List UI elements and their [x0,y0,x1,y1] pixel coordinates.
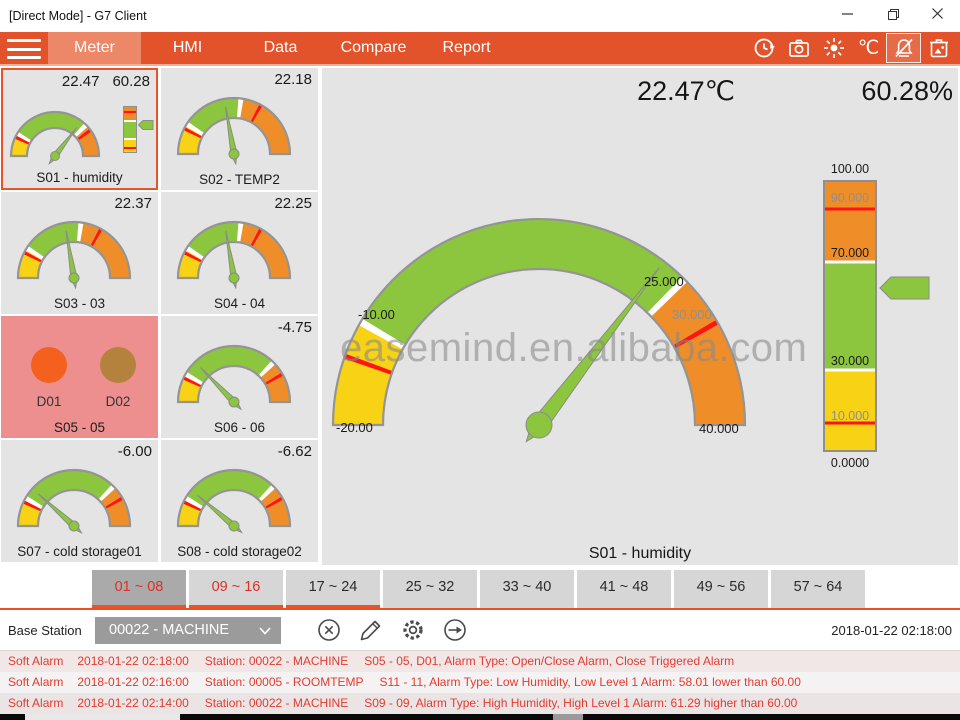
digital-channel-d02-indicator [100,347,136,383]
restore-button[interactable] [870,0,915,32]
nav-tab-data[interactable]: Data [234,32,327,64]
base-station-dropdown[interactable]: 00022 - MACHINE [95,617,281,644]
window-title: [Direct Mode] - G7 Client [9,9,147,23]
brightness-icon[interactable] [816,33,851,63]
gauge-min-label: -20.00 [336,420,373,435]
mini-gauge [5,90,105,166]
tile-label: S03 - 03 [1,296,158,311]
bar-pointer-icon [879,275,931,301]
sensor-tile-grid: 22.4760.28 S01 - humidity 22.18 S02 - TE… [1,68,319,562]
sensor-tile-s03[interactable]: 22.37 S03 - 03 [1,192,158,314]
current-timestamp: 2018-01-22 02:18:00 [831,623,952,638]
bar-max-label: 100.00 [823,162,877,176]
tile-label: S01 - humidity [3,170,156,185]
titlebar: [Direct Mode] - G7 Client [0,0,960,32]
mini-gauge [9,440,139,537]
sensor-tile-s06[interactable]: -4.75 S06 - 06 [161,316,318,438]
nav-tab-hmi[interactable]: HMI [141,32,234,64]
camera-icon[interactable] [781,33,816,63]
history-icon[interactable] [746,33,781,63]
digital-channel-label: D02 [96,394,140,409]
sensor-tile-s07[interactable]: -6.00 S07 - cold storage01 [1,440,158,562]
temperature-readout: 22.47℃ [600,76,735,107]
go-icon[interactable] [442,617,468,643]
bar-min-label: 0.0000 [823,456,877,470]
sensor-tile-s05[interactable]: D01 D02 S05 - 05 [1,316,158,438]
tile-label: S05 - 05 [1,420,158,435]
humidity-readout: 60.28% [823,76,953,107]
digital-channel-d01-indicator [31,347,67,383]
settings-icon[interactable] [400,617,426,643]
edit-icon[interactable] [358,617,384,643]
humidity-bar-gauge: 100.00 90.00070.00030.00010.000 0.0000 [823,180,935,452]
mini-gauge [169,192,299,289]
sensor-tile-s02[interactable]: 22.18 S02 - TEMP2 [161,68,318,190]
chevron-down-icon [259,627,271,635]
page-tab-49-56[interactable]: 49 ~ 56 [674,570,768,608]
media-bar-segment [25,714,180,720]
alarm-row[interactable]: Soft Alarm2018-01-22 02:18:00Station: 00… [0,651,960,672]
page-tab-25-32[interactable]: 25 ~ 32 [383,570,477,608]
main-panel: 22.47℃ 60.28% -20.00 40.000 -10.00 25.00… [322,68,958,565]
gauge-alarm-threshold-label: 30.000 [672,307,712,322]
page-tab-bar: 01 ~ 08 09 ~ 16 17 ~ 24 25 ~ 32 33 ~ 40 … [0,566,960,608]
mini-gauge [169,68,299,165]
mini-gauge [169,316,299,413]
station-bar: Base Station 00022 - MACHINE 2018-01-22 … [0,610,960,651]
sensor-tile-s01[interactable]: 22.4760.28 S01 - humidity [1,68,158,190]
close-icon [931,7,944,25]
alarm-mute-icon[interactable] [886,33,921,63]
tile-label: S04 - 04 [161,296,318,311]
nav-tab-report[interactable]: Report [420,32,513,64]
station-toolbar [316,617,468,643]
page-tab-57-64[interactable]: 57 ~ 64 [771,570,865,608]
alarm-row[interactable]: Soft Alarm2018-01-22 02:16:00Station: 00… [0,672,960,693]
base-station-label: Base Station [8,623,82,638]
mini-gauge [169,440,299,537]
bottom-media-bar[interactable] [0,714,960,720]
tile-values: 22.4760.28 [49,73,150,90]
alarm-list: Soft Alarm2018-01-22 02:18:00Station: 00… [0,651,960,714]
close-button[interactable] [915,0,960,32]
navbar: Meter HMI Data Compare Report ℃ [0,32,960,66]
bar-pointer-icon [138,120,154,130]
nav-icon-bar: ℃ [746,33,956,63]
nav-tab-compare[interactable]: Compare [327,32,420,64]
media-bar-segment [553,714,583,720]
page-tab-33-40[interactable]: 33 ~ 40 [480,570,574,608]
window-controls [825,0,960,32]
mini-bar-gauge [123,106,157,153]
mini-bar [123,106,137,153]
menu-icon[interactable] [7,39,41,59]
gauge-max-label: 40.000 [699,421,739,436]
selected-sensor-label: S01 - humidity [322,545,958,563]
gauge-high-threshold-label: 25.000 [644,274,684,289]
page-tab-17-24[interactable]: 17 ~ 24 [286,570,380,608]
mini-gauge [9,192,139,289]
sensor-tile-s04[interactable]: 22.25 S04 - 04 [161,192,318,314]
tile-label: S06 - 06 [161,420,318,435]
tile-label: S08 - cold storage02 [161,544,318,559]
cancel-icon[interactable] [316,617,342,643]
bar-gauge-body [823,180,877,452]
page-tab-09-16[interactable]: 09 ~ 16 [189,570,283,608]
page-tab-01-08[interactable]: 01 ~ 08 [92,570,186,608]
digital-channel-label: D01 [27,394,71,409]
celsius-icon[interactable]: ℃ [851,33,886,63]
alarm-row[interactable]: Soft Alarm2018-01-22 02:14:00Station: 00… [0,693,960,714]
nav-tabs: Meter HMI Data Compare Report [48,32,513,64]
app-window: [Direct Mode] - G7 Client Meter HMI Data… [0,0,960,720]
gauge-low-threshold-label: -10.00 [358,307,395,322]
page-tab-41-48[interactable]: 41 ~ 48 [577,570,671,608]
minimize-icon [841,7,854,25]
minimize-button[interactable] [825,0,870,32]
image-clear-icon[interactable] [921,33,956,63]
restore-icon [886,7,900,26]
tile-label: S02 - TEMP2 [161,172,318,187]
tile-label: S07 - cold storage01 [1,544,158,559]
main-gauge [324,203,754,450]
sensor-tile-s08[interactable]: -6.62 S08 - cold storage02 [161,440,318,562]
nav-tab-meter[interactable]: Meter [48,32,141,64]
